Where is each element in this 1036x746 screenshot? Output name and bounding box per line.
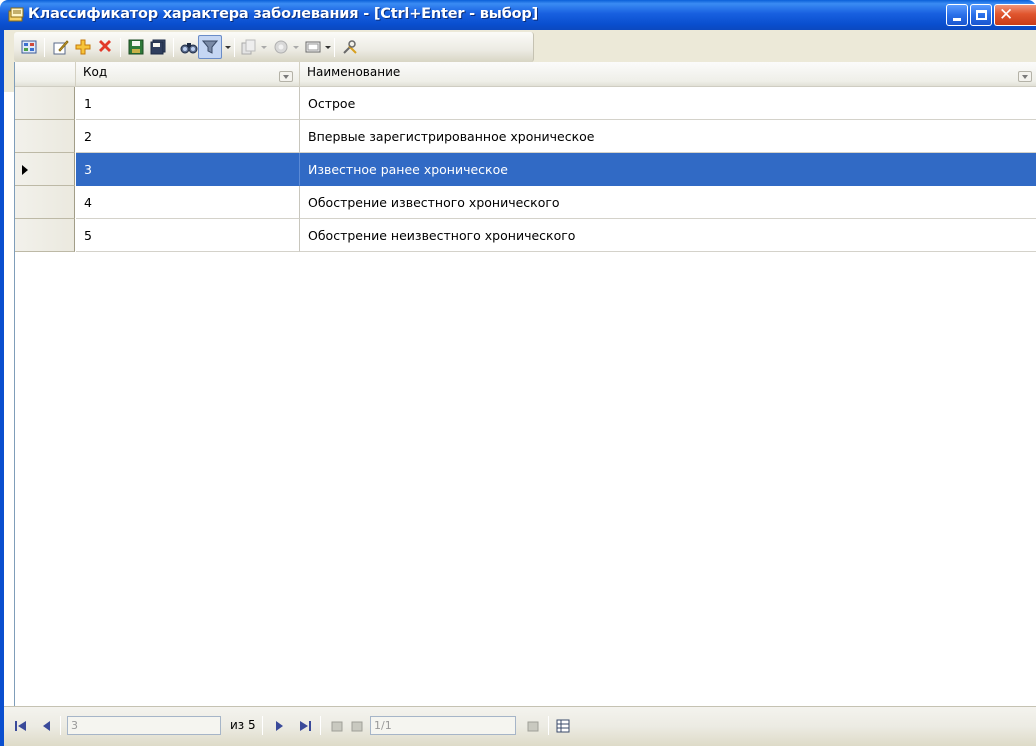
next-record-icon[interactable] [272,719,286,733]
previous-record-icon[interactable] [40,719,54,733]
close-icon: ✕ [999,5,1014,25]
window-frame-left [0,30,4,746]
page-next-icon [526,719,540,733]
first-record-icon[interactable] [14,719,28,733]
last-record-icon[interactable] [298,719,312,733]
current-row-arrow-icon [22,165,28,175]
maximize-button[interactable] [970,4,992,26]
name-filter-icon[interactable] [1018,71,1032,82]
row-indicator[interactable] [15,153,75,186]
table-row[interactable]: 4 Обострение известного хронического [15,186,1036,219]
window-app-icon [8,7,24,22]
cell-code[interactable]: 3 [76,153,300,186]
row-indicator-header [15,62,76,87]
maximize-icon [976,10,987,20]
edit-icon[interactable] [52,38,70,56]
data-grid: Код Наименование 1 Острое 2 Впервые заре… [14,62,1036,706]
row-indicator[interactable] [15,87,75,120]
column-header-code[interactable]: Код [76,62,300,87]
close-button[interactable]: ✕ [994,4,1036,26]
add-icon[interactable] [74,38,92,56]
grid-view-icon[interactable] [556,719,570,733]
cell-name[interactable]: Впервые зарегистрированное хроническое [300,120,1036,153]
cell-code[interactable]: 4 [76,186,300,219]
row-indicator[interactable] [15,120,75,153]
filter-icon[interactable] [198,35,222,59]
table-row[interactable]: 2 Впервые зарегистрированное хроническое [15,120,1036,153]
save-all-icon[interactable] [149,38,167,56]
current-record-input[interactable]: 3 [67,716,221,735]
minimize-icon [953,18,961,21]
cell-code[interactable]: 1 [76,87,300,120]
window-title: Классификатор характера заболевания - [C… [28,6,538,22]
view-icon[interactable] [304,38,322,56]
table-row[interactable]: 5 Обострение неизвестного хронического [15,219,1036,252]
table-row[interactable]: 1 Острое [15,87,1036,120]
column-header-name-label: Наименование [307,65,401,79]
cell-code[interactable]: 5 [76,219,300,252]
cell-code[interactable]: 2 [76,120,300,153]
delete-icon[interactable] [96,38,114,56]
cell-name[interactable]: Обострение известного хронического [300,186,1036,219]
page-first-icon [330,719,344,733]
toolstrip [14,32,534,62]
settings-icon [272,38,290,56]
cell-name[interactable]: Острое [300,87,1036,120]
save-icon[interactable] [127,38,145,56]
copy-icon [240,38,258,56]
grid-header: Код Наименование [15,62,1036,87]
view-dropdown-icon[interactable] [325,46,331,49]
tools-icon[interactable] [341,38,359,56]
row-indicator[interactable] [15,219,75,252]
settings-dropdown-icon [293,46,299,49]
page-previous-icon [350,719,364,733]
row-indicator[interactable] [15,186,75,219]
filter-dropdown-icon[interactable] [225,46,231,49]
find-icon[interactable] [180,38,198,56]
column-header-code-label: Код [83,65,108,79]
cell-name[interactable]: Обострение неизвестного хронического [300,219,1036,252]
table-row-selected[interactable]: 3 Известное ранее хроническое [15,153,1036,186]
title-bar: Классификатор характера заболевания - [C… [0,0,1036,30]
minimize-button[interactable] [946,4,968,26]
record-count-label: из 5 [230,718,256,732]
cell-name[interactable]: Известное ранее хроническое [300,153,1036,186]
refresh-icon[interactable] [20,38,38,56]
record-navigator: 3 из 5 1/1 [4,706,1036,746]
copy-dropdown-icon [261,46,267,49]
page-input[interactable]: 1/1 [370,716,516,735]
code-filter-icon[interactable] [279,71,293,82]
column-header-name[interactable]: Наименование [300,62,1036,87]
